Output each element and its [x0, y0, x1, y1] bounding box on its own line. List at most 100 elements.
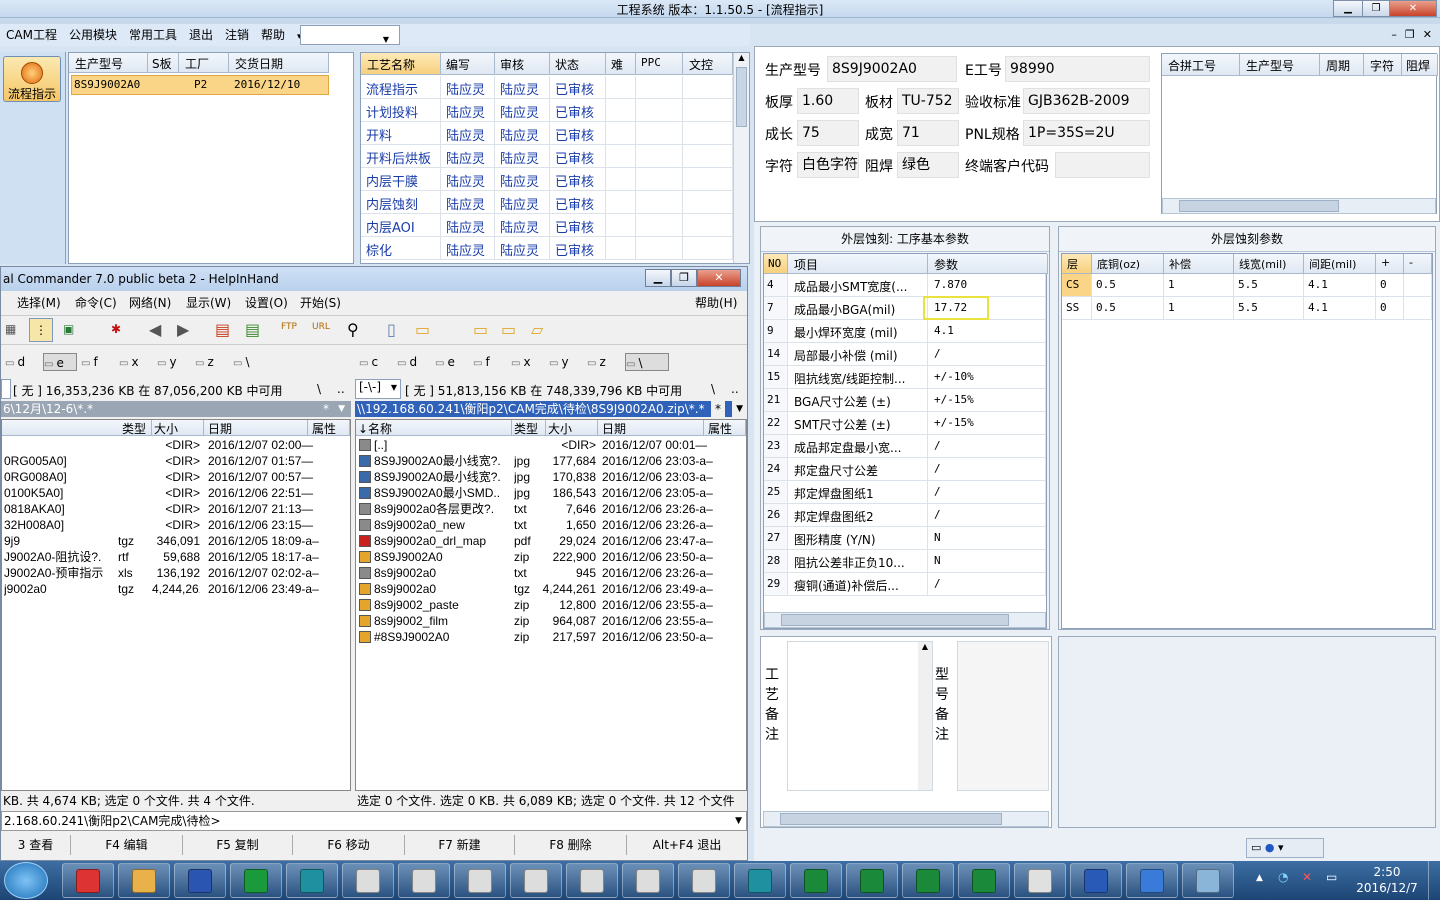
taskbar-app-5[interactable]: [342, 863, 394, 898]
mdi-window-controls[interactable]: –❐✕: [1380, 28, 1440, 44]
taskbar-app-1[interactable]: [118, 863, 170, 898]
list-item[interactable]: J9002A0-阻抗设?. rtf 59,688 2016/12/05 18:17-a…: [2, 549, 350, 565]
list-item[interactable]: 0818AKA0] <DIR> 2016/12/07 21:13—: [2, 501, 350, 517]
language-bar[interactable]: ▭ ● ▾: [1246, 838, 1324, 858]
table-row[interactable]: 内层蚀刻 陆应灵 陆应灵 已审核: [361, 191, 733, 214]
table-row[interactable]: 内层AOI 陆应灵 陆应灵 已审核: [361, 214, 733, 237]
tc-menu-select[interactable]: 选择(M): [17, 293, 61, 313]
altf4-exit-button[interactable]: Alt+F4 退出: [627, 835, 747, 855]
drive-button-y[interactable]: ▭ y: [549, 353, 583, 371]
params-header-no[interactable]: NO: [764, 254, 788, 274]
folder-icon[interactable]: ▭: [473, 320, 488, 339]
merge-header-cycle[interactable]: 周期: [1320, 54, 1364, 76]
field-e-no[interactable]: 98990: [1005, 56, 1150, 82]
field-soldermask[interactable]: 绿色: [897, 152, 959, 178]
grid-view-icon[interactable]: ▦: [5, 322, 16, 336]
list-item[interactable]: J9002A0-预审指示 xls 136,192 2016/12/07 02:02-a…: [2, 565, 350, 581]
ftp-icon[interactable]: FTP: [281, 322, 297, 332]
tc-close-button[interactable]: ✕: [697, 269, 741, 287]
list-item[interactable]: 0RG005A0] <DIR> 2016/12/07 01:57—: [2, 453, 350, 469]
taskbar-app-18[interactable]: [1070, 863, 1122, 898]
tc-menu-help[interactable]: 帮助(H): [695, 293, 737, 313]
parent-button[interactable]: ..: [731, 382, 739, 396]
drive-button-f[interactable]: ▭ f: [473, 353, 507, 371]
drive-button-d[interactable]: ▭ d: [5, 353, 39, 371]
history-icon[interactable]: ▼: [338, 401, 345, 417]
field-length[interactable]: 75: [797, 120, 859, 146]
list-item[interactable]: 8S9J9002A0最小线宽?. jpg 177,684 2016/12/06 23:…: [356, 453, 746, 469]
menu-tools[interactable]: 常用工具: [123, 24, 183, 46]
merge-header-job[interactable]: 合拼工号: [1162, 54, 1240, 76]
list-item[interactable]: 8S9J9002A0 zip 222,900 2016/12/06 23:50-a–: [356, 549, 746, 565]
taskbar-app-6[interactable]: [398, 863, 450, 898]
left-drive-combo[interactable]: [1, 379, 11, 399]
field-thickness[interactable]: 1.60: [797, 88, 859, 114]
parent-button[interactable]: ..: [337, 382, 345, 396]
f6-move-button[interactable]: F6 移动: [293, 835, 405, 855]
list-item[interactable]: 8s9j9002a0各层更改?. txt 7,646 2016/12/06 23:26…: [356, 501, 746, 517]
star-icon[interactable]: *: [323, 401, 329, 417]
close-button[interactable]: ✕: [1389, 0, 1437, 17]
list-item[interactable]: j9002a0 tgz 4,244,261 2016/12/06 23:49-a–: [2, 581, 350, 597]
process-header-review[interactable]: 审核: [495, 53, 550, 75]
params-header-item[interactable]: 项目: [788, 254, 928, 274]
table-row[interactable]: 8S9J9002A0 P2 2016/12/10: [71, 75, 329, 95]
taskbar-app-10[interactable]: [622, 863, 674, 898]
list-item[interactable]: 0100K5A0] <DIR> 2016/12/06 22:51—: [2, 485, 350, 501]
url-icon[interactable]: URL: [312, 322, 330, 332]
right-header-date[interactable]: 日期: [598, 420, 704, 436]
scroll-up-icon[interactable]: ▲: [734, 53, 749, 65]
list-item[interactable]: [..] <DIR> 2016/12/07 00:01—: [356, 437, 746, 453]
process-header-status[interactable]: 状态: [550, 53, 606, 75]
taskbar-app-19[interactable]: [1126, 863, 1178, 898]
taskbar-app-4[interactable]: [286, 863, 338, 898]
list-item[interactable]: 8S9J9002A0最小线宽?. jpg 170,838 2016/12/06 23:…: [356, 469, 746, 485]
menu-cam[interactable]: CAM工程: [0, 24, 63, 46]
table-row[interactable]: 25 邦定焊盘图纸1/: [764, 481, 1046, 504]
field-material[interactable]: TU-752: [897, 88, 959, 114]
list-item[interactable]: 8s9j9002a0_drl_map pdf 29,024 2016/12/06 23…: [356, 533, 746, 549]
taskbar-app-2[interactable]: [174, 863, 226, 898]
model-notes-textarea[interactable]: [957, 641, 1049, 791]
etch-header[interactable]: 间距(mil): [1304, 254, 1376, 274]
thumbnail-icon[interactable]: ▣: [63, 322, 74, 336]
flow-indicator-button[interactable]: 流程指示: [3, 56, 61, 102]
chevron-down-icon[interactable]: ▼: [735, 812, 742, 830]
drive-button-y[interactable]: ▭ y: [157, 353, 191, 371]
tc-menu-start[interactable]: 开始(S): [300, 293, 341, 313]
table-row[interactable]: 开料 陆应灵 陆应灵 已审核: [361, 122, 733, 145]
params-header-value[interactable]: 参数: [928, 254, 1048, 274]
table-row[interactable]: 4 成品最小SMT宽度(... 7.870: [764, 274, 1046, 297]
table-row[interactable]: 21 BGA尺寸公差 (±) +/-15%: [764, 389, 1046, 412]
table-row[interactable]: 棕化 陆应灵 陆应灵 已审核: [361, 237, 733, 260]
left-header-attr[interactable]: 属性: [308, 420, 350, 436]
table-row[interactable]: CS 0.5 1 5.5 4.1 0: [1062, 274, 1432, 297]
drive-button-c[interactable]: ▭ c: [359, 353, 393, 371]
merge-header-char[interactable]: 字符: [1364, 54, 1402, 76]
right-header-name[interactable]: ↓名称: [356, 420, 512, 436]
drive-button-z[interactable]: ▭ z: [587, 353, 621, 371]
field-customer-code[interactable]: [1055, 152, 1150, 178]
f8-delete-button[interactable]: F8 删除: [515, 835, 627, 855]
left-header-date[interactable]: 日期: [204, 420, 308, 436]
orders-header-s[interactable]: S板: [148, 53, 179, 73]
table-row[interactable]: 计划投料 陆应灵 陆应灵 已审核: [361, 99, 733, 122]
keyboard-icon[interactable]: ▭: [1251, 841, 1261, 854]
process-header-writer[interactable]: 编写: [441, 53, 495, 75]
taskbar-app-20[interactable]: [1182, 863, 1234, 898]
field-width[interactable]: 71: [897, 120, 959, 146]
left-path-bar[interactable]: 6\12月\12-6\*.* * ▼: [1, 401, 351, 417]
taskbar-app-17[interactable]: [1014, 863, 1066, 898]
f3-view-button[interactable]: 3 查看: [1, 835, 71, 855]
maximize-button[interactable]: ❐: [1362, 0, 1390, 17]
table-row[interactable]: 23 成品邦定盘最小宽... /: [764, 435, 1046, 458]
root-button[interactable]: \: [711, 382, 715, 396]
show-desktop-button[interactable]: [1428, 861, 1440, 900]
start-button[interactable]: [4, 862, 48, 899]
tree-view-icon[interactable]: ⋮: [29, 318, 53, 342]
list-item[interactable]: 8s9j9002a0 tgz 4,244,261 2016/12/06 23:49-a…: [356, 581, 746, 597]
list-item[interactable]: <DIR> 2016/12/07 02:00—: [2, 437, 350, 453]
notes-scrollbar[interactable]: ▲: [918, 642, 932, 790]
taskbar-app-14[interactable]: [846, 863, 898, 898]
list-item[interactable]: #8S9J9002A0 zip 217,597 2016/12/06 23:50-a–: [356, 629, 746, 645]
